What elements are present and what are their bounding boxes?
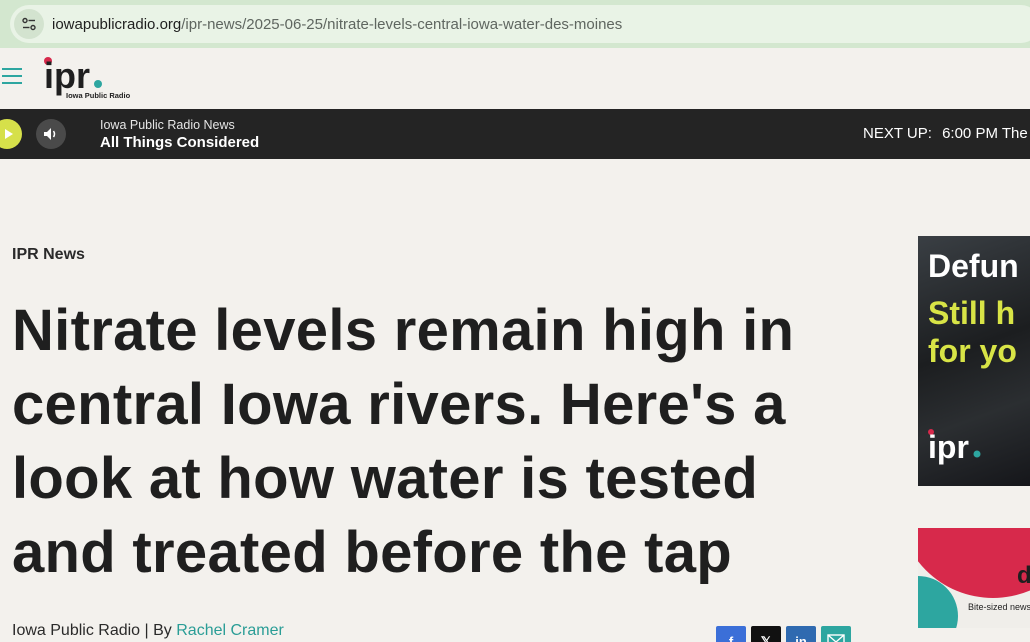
ad2-letter: d bbox=[1017, 562, 1030, 589]
audio-player-bar: Iowa Public Radio News All Things Consid… bbox=[0, 109, 1030, 159]
logo-subtitle: Iowa Public Radio bbox=[66, 91, 131, 100]
linkedin-icon: in bbox=[795, 634, 807, 642]
sidebar-ad-defunded[interactable]: Defun Still h for yo ipr bbox=[918, 236, 1030, 486]
volume-button[interactable] bbox=[36, 119, 66, 149]
sidebar-ad-newsletter[interactable]: d Bite-sized news f bbox=[918, 528, 1030, 628]
ad2-caption: Bite-sized news f bbox=[968, 602, 1030, 612]
url-path: /ipr-news/2025-06-25/nitrate-levels-cent… bbox=[181, 15, 623, 33]
current-program[interactable]: All Things Considered bbox=[100, 134, 259, 151]
byline-source: Iowa Public Radio bbox=[12, 622, 141, 639]
next-up-program: The D bbox=[1001, 125, 1030, 142]
byline-separator: | By bbox=[140, 622, 177, 639]
share-email-button[interactable] bbox=[821, 626, 851, 642]
ipr-logo[interactable]: ipr Iowa Public Radio bbox=[44, 55, 134, 102]
site-settings-icon[interactable] bbox=[14, 9, 44, 39]
play-button[interactable] bbox=[0, 119, 22, 149]
hamburger-menu-icon[interactable] bbox=[2, 68, 22, 84]
ad-line-1: Defun bbox=[928, 248, 1019, 284]
section-kicker[interactable]: IPR News bbox=[12, 246, 85, 264]
play-icon bbox=[5, 129, 13, 139]
ad-line-2b: for yo bbox=[928, 333, 1017, 369]
x-icon: 𝕏 bbox=[760, 634, 772, 642]
site-header: ipr Iowa Public Radio bbox=[0, 48, 1030, 109]
url-text[interactable]: iowapublicradio.org/ipr-news/2025-06-25/… bbox=[52, 16, 622, 33]
browser-toolbar: iowapublicradio.org/ipr-news/2025-06-25/… bbox=[0, 0, 1030, 48]
address-bar[interactable]: iowapublicradio.org/ipr-news/2025-06-25/… bbox=[10, 5, 1030, 43]
ad-line-2: Still h for yo bbox=[928, 294, 1017, 370]
email-icon bbox=[827, 634, 845, 642]
share-x-button[interactable]: 𝕏 bbox=[751, 626, 781, 642]
url-host: iowapublicradio.org bbox=[52, 15, 182, 33]
author-link[interactable]: Rachel Cramer bbox=[176, 622, 284, 639]
share-facebook-button[interactable]: f bbox=[716, 626, 746, 642]
next-up[interactable]: NEXT UP: 6:00 PM The D bbox=[863, 125, 1030, 142]
station-name: Iowa Public Radio News bbox=[100, 118, 235, 132]
facebook-icon: f bbox=[728, 634, 734, 642]
article-headline: Nitrate levels remain high in central Io… bbox=[12, 298, 795, 585]
next-up-time: 6:00 PM bbox=[942, 125, 998, 142]
svg-text:ipr: ipr bbox=[44, 56, 90, 96]
byline: Iowa Public Radio | By Rachel Cramer bbox=[12, 622, 284, 640]
next-up-label: NEXT UP: bbox=[863, 125, 932, 142]
svg-text:ipr: ipr bbox=[928, 429, 969, 465]
speaker-icon bbox=[44, 128, 56, 140]
ad-line-2a: Still h bbox=[928, 295, 1016, 331]
ad-ipr-logo: ipr bbox=[928, 428, 998, 473]
share-linkedin-button[interactable]: in bbox=[786, 626, 816, 642]
